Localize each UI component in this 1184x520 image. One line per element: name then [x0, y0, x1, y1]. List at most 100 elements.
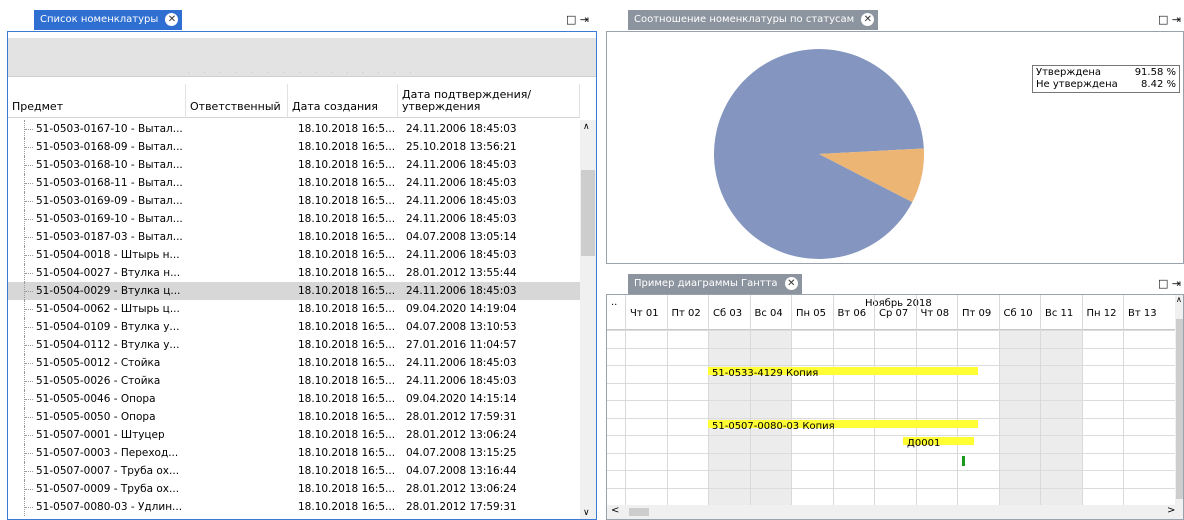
- tab-status-ratio[interactable]: Соотношение номенклатуры по статусам ✕: [628, 10, 879, 30]
- gantt-day-label: Вт 13: [1128, 308, 1157, 319]
- gantt-vertical-scrollbar[interactable]: ∧: [1175, 295, 1183, 505]
- gantt-day-label: Сб 03: [713, 308, 743, 319]
- gantt-day-column: [1081, 295, 1124, 505]
- table-row[interactable]: 51-0503-0169-09 - Вытал... 18.10.2018 16:…: [8, 192, 580, 210]
- cell-approved: 04.07.2008 13:16:44: [406, 465, 517, 477]
- tree-branch: [25, 129, 33, 130]
- scrollbar-thumb[interactable]: [1176, 319, 1183, 499]
- cell-item: 51-0503-0168-11 - Вытал...: [36, 177, 183, 189]
- scroll-up-icon[interactable]: ∧: [1176, 295, 1182, 304]
- cell-created: 18.10.2018 16:5...: [298, 357, 396, 369]
- scrollbar-thumb[interactable]: [629, 508, 649, 516]
- scroll-up-icon[interactable]: ∧: [583, 122, 590, 132]
- cell-created: 18.10.2018 16:5...: [298, 339, 396, 351]
- column-header-approved[interactable]: Дата подтверждения/утверждения: [398, 84, 580, 118]
- scroll-left-icon[interactable]: <: [611, 505, 619, 516]
- cell-item: 51-0503-0168-09 - Вытал...: [36, 141, 183, 153]
- gantt-day-label: Пт 09: [962, 308, 992, 319]
- table-row[interactable]: 51-0503-0168-10 - Вытал... 18.10.2018 16:…: [8, 156, 580, 174]
- scroll-right-icon[interactable]: >: [1167, 505, 1175, 516]
- scroll-down-icon[interactable]: ∨: [583, 508, 590, 518]
- tree-branch: [25, 147, 33, 148]
- table-row[interactable]: 51-0503-0169-10 - Вытал... 18.10.2018 16:…: [8, 210, 580, 228]
- table-row[interactable]: 51-0504-0018 - Штырь н... 18.10.2018 16:5…: [8, 246, 580, 264]
- cell-created: 18.10.2018 16:5...: [298, 303, 396, 315]
- close-icon[interactable]: ✕: [784, 276, 798, 290]
- close-icon[interactable]: ✕: [861, 12, 875, 26]
- tab-gantt-example[interactable]: Пример диаграммы Гантта ✕: [628, 274, 802, 294]
- gantt-day-column: [874, 295, 916, 505]
- column-header-owner[interactable]: Ответственный: [186, 84, 288, 118]
- cell-created: 18.10.2018 16:5...: [298, 375, 396, 387]
- table-row[interactable]: 51-0507-0001 - Штуцер 18.10.2018 16:5... 2…: [8, 426, 580, 444]
- cell-created: 18.10.2018 16:5...: [298, 159, 396, 171]
- close-icon[interactable]: ✕: [165, 12, 179, 26]
- table-row[interactable]: 51-0507-0080-03 - Удлин... 18.10.2018 16:…: [8, 498, 580, 516]
- table-row[interactable]: 51-0504-0112 - Втулка у... 18.10.2018 16:…: [8, 336, 580, 354]
- cell-approved: 28.01.2012 13:55:44: [406, 267, 517, 279]
- splitter-handle[interactable]: · · · · · · · · · · · · · · ·: [188, 71, 418, 77]
- cell-created: 18.10.2018 16:5...: [298, 231, 396, 243]
- cell-approved: 09.04.2020 14:15:14: [406, 393, 517, 405]
- cell-created: 18.10.2018 16:5...: [298, 429, 396, 441]
- tree-branch: [25, 345, 33, 346]
- tree-branch: [25, 435, 33, 436]
- table-row[interactable]: 51-0507-0009 - Труба ох... 18.10.2018 16:…: [8, 480, 580, 498]
- cell-item: 51-0503-0169-09 - Вытал...: [36, 195, 183, 207]
- table-row[interactable]: 51-0503-0187-03 - Вытал... 18.10.2018 16:…: [8, 228, 580, 246]
- gantt-day-column: [832, 295, 875, 505]
- tab-nomenclature-list[interactable]: Список номенклатуры ✕: [34, 10, 183, 30]
- gantt-day-label: Чт 01: [630, 308, 659, 319]
- scrollbar-thumb[interactable]: [581, 170, 595, 256]
- cell-approved: 24.11.2006 18:45:03: [406, 213, 517, 225]
- cell-created: 18.10.2018 16:5...: [298, 393, 396, 405]
- cell-item: 51-0504-0109 - Втулка у...: [36, 321, 180, 333]
- table-row[interactable]: 51-0505-0012 - Стойка 18.10.2018 16:5... 2…: [8, 354, 580, 372]
- legend-item-approved: Утверждена 91.58 %: [1036, 67, 1176, 78]
- cell-item: 51-0507-0003 - Переход...: [36, 447, 179, 459]
- gantt-day-column: [749, 295, 792, 505]
- tree-branch: [25, 417, 33, 418]
- table-row[interactable]: 51-0504-0109 - Втулка у... 18.10.2018 16:…: [8, 318, 580, 336]
- cell-approved: 28.01.2012 17:59:31: [406, 411, 517, 423]
- tree-branch: [25, 201, 33, 202]
- tree-branch: [25, 363, 33, 364]
- gantt-day-column: [625, 295, 667, 505]
- table-row[interactable]: 51-0505-0050 - Опора 18.10.2018 16:5... 28…: [8, 408, 580, 426]
- table-row[interactable]: 51-0503-0167-10 - Вытал... 18.10.2018 16:…: [8, 120, 580, 138]
- pin-icon[interactable]: □ ⇥: [566, 13, 589, 26]
- cell-approved: 27.01.2016 11:04:57: [406, 339, 517, 351]
- column-header-item[interactable]: Предмет: [8, 84, 186, 118]
- gantt-day-label: Пн 12: [1086, 308, 1117, 319]
- cell-approved: 04.07.2008 13:05:14: [406, 231, 517, 243]
- gantt-milestone-marker[interactable]: [962, 455, 965, 466]
- cell-created: 18.10.2018 16:5...: [298, 249, 396, 261]
- cell-item: 51-0507-0007 - Труба ох...: [36, 465, 180, 477]
- table-row[interactable]: 51-0504-0062 - Штырь ц... 18.10.2018 16:5…: [8, 300, 580, 318]
- tree-branch: [25, 471, 33, 472]
- table-row[interactable]: 51-0505-0046 - Опора 18.10.2018 16:5... 09…: [8, 390, 580, 408]
- cell-approved: 25.10.2018 13:56:21: [406, 141, 517, 153]
- cell-item: 51-0504-0027 - Втулка н...: [36, 267, 181, 279]
- vertical-scrollbar[interactable]: ∧ ∨: [580, 120, 596, 519]
- cell-approved: 24.11.2006 18:45:03: [406, 123, 517, 135]
- table-row[interactable]: 51-0503-0168-09 - Вытал... 18.10.2018 16:…: [8, 138, 580, 156]
- cell-item: 51-0503-0168-10 - Вытал...: [36, 159, 183, 171]
- table-row[interactable]: 51-0503-0168-11 - Вытал... 18.10.2018 16:…: [8, 174, 580, 192]
- column-header-created[interactable]: Дата создания: [288, 84, 398, 118]
- pin-icon[interactable]: □ ⇥: [1158, 277, 1181, 290]
- gantt-day-column: [791, 295, 833, 505]
- cell-item: 51-0503-0187-03 - Вытал...: [36, 231, 183, 243]
- table-row[interactable]: 51-0507-0003 - Переход... 18.10.2018 16:5…: [8, 444, 580, 462]
- table-row[interactable]: 51-0504-0029 - Втулка ц... 18.10.2018 16:…: [8, 282, 580, 300]
- tree-branch: [25, 237, 33, 238]
- pin-icon[interactable]: □ ⇥: [1158, 13, 1181, 26]
- table-row[interactable]: 51-0504-0027 - Втулка н... 18.10.2018 16:…: [8, 264, 580, 282]
- gantt-horizontal-scrollbar[interactable]: < >: [607, 505, 1183, 519]
- gantt-day-label: Ср 07: [879, 308, 909, 319]
- table-row[interactable]: 51-0507-0007 - Труба ох... 18.10.2018 16:…: [8, 462, 580, 480]
- cell-item: 51-0507-0080-03 - Удлин...: [36, 501, 183, 513]
- cell-approved: 04.07.2008 13:10:53: [406, 321, 517, 333]
- table-row[interactable]: 51-0505-0026 - Стойка 18.10.2018 16:5... 2…: [8, 372, 580, 390]
- tree-branch: [25, 399, 33, 400]
